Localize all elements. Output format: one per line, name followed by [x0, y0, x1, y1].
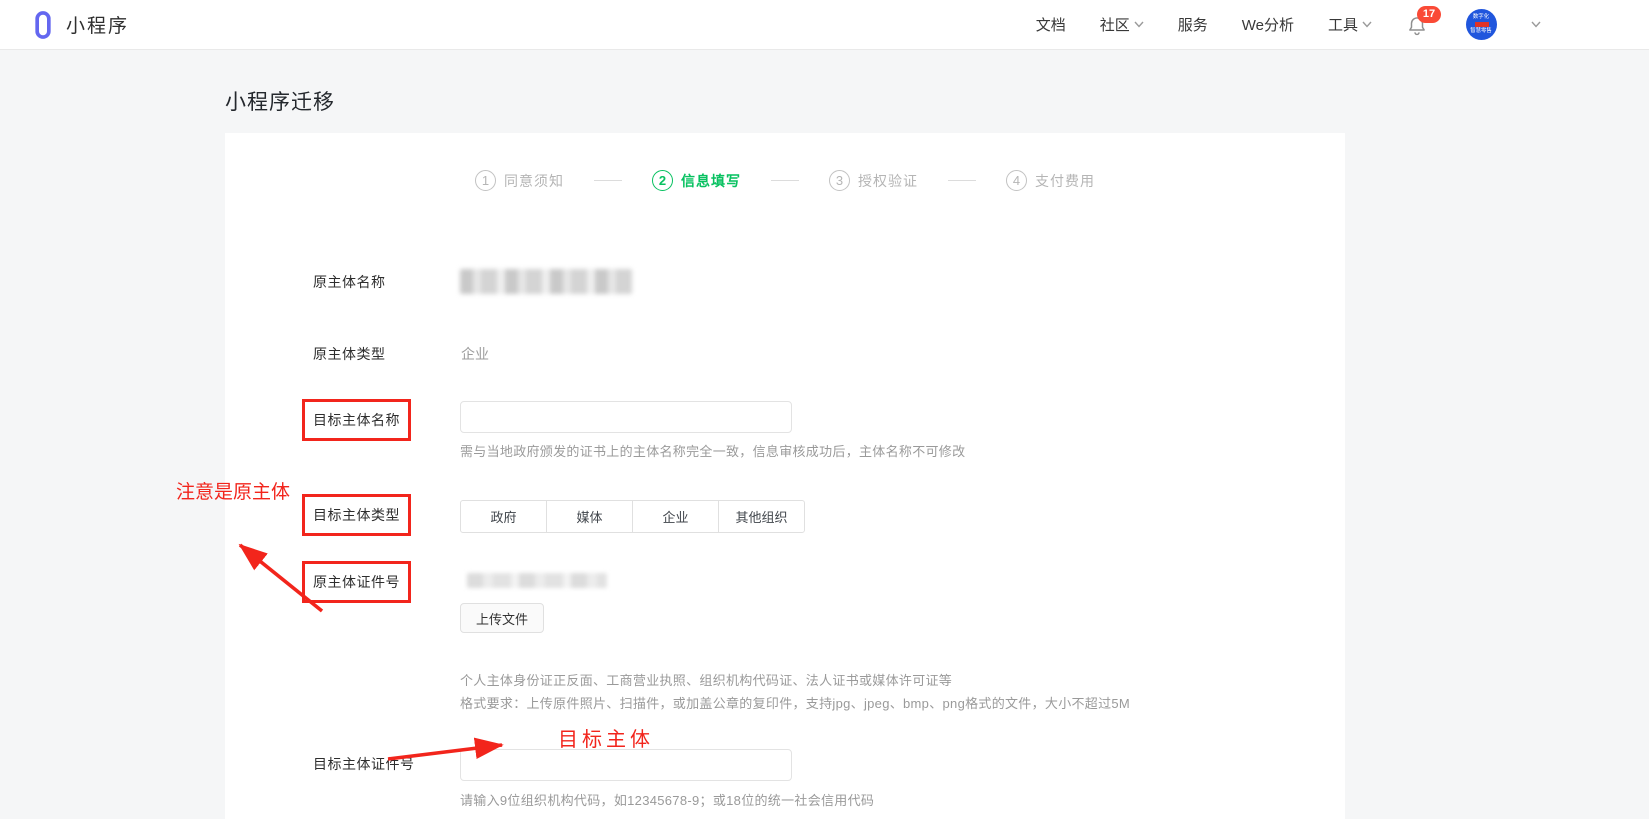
notification-bell-button[interactable]: 17 — [1406, 12, 1432, 38]
step-agree-notice: 1 同意须知 — [475, 170, 564, 191]
nav-item-label: We分析 — [1242, 14, 1294, 35]
step-number: 2 — [652, 170, 673, 191]
step-fill-info-active: 2 信息填写 — [652, 170, 741, 191]
option-enterprise[interactable]: 企业 — [632, 500, 719, 533]
top-navbar: 小程序 文档 社区 服务 We分析 工具 — [0, 0, 1649, 50]
app-window: 小程序 文档 社区 服务 We分析 工具 — [0, 0, 1649, 819]
nav-item-community[interactable]: 社区 — [1100, 14, 1144, 35]
progress-stepper: 1 同意须知 2 信息填写 3 授权验证 4 支付费用 — [225, 170, 1345, 191]
step-label: 授权验证 — [858, 171, 918, 191]
target-entity-type-options: 政府 媒体 企业 其他组织 — [460, 500, 805, 533]
target-cert-number-input[interactable] — [460, 749, 792, 781]
option-media[interactable]: 媒体 — [546, 500, 633, 533]
step-number: 4 — [1006, 170, 1027, 191]
nav-item-tools[interactable]: 工具 — [1328, 14, 1372, 35]
original-entity-type-label: 原主体类型 — [313, 344, 386, 364]
nav-item-label: 服务 — [1178, 14, 1208, 35]
nav-item-services[interactable]: 服务 — [1178, 14, 1208, 35]
nav-item-label: 工具 — [1328, 14, 1358, 35]
page-title: 小程序迁移 — [225, 86, 335, 116]
target-cert-number-helper: 请输入9位组织机构代码，如12345678-9；或18位的统一社会信用代码 — [460, 790, 874, 809]
nav-item-docs[interactable]: 文档 — [1036, 14, 1066, 35]
step-label: 信息填写 — [681, 171, 741, 191]
original-entity-name-label: 原主体名称 — [313, 272, 386, 292]
target-entity-name-label: 目标主体名称 — [313, 410, 400, 430]
account-chevron-down-icon[interactable] — [1531, 21, 1541, 28]
step-connector — [594, 180, 622, 181]
migration-form-card: 1 同意须知 2 信息填写 3 授权验证 4 支付费用 原主体名称 原主体类型 — [225, 133, 1345, 819]
step-payment: 4 支付费用 — [1006, 170, 1095, 191]
annotation-target-entity: 目标主体 — [558, 723, 654, 752]
step-connector — [771, 180, 799, 181]
cert-helper-line1: 个人主体身份证正反面、工商营业执照、组织机构代码证、法人证书或媒体许可证等 — [460, 670, 952, 689]
step-label: 同意须知 — [504, 171, 564, 191]
step-number: 1 — [475, 170, 496, 191]
target-entity-type-label: 目标主体类型 — [313, 505, 400, 525]
nav-item-label: 社区 — [1100, 14, 1130, 35]
account-avatar[interactable]: 数字化 智慧零售 — [1466, 9, 1497, 40]
nav-item-label: 文档 — [1036, 14, 1066, 35]
avatar-red-banner — [1475, 22, 1489, 27]
option-government[interactable]: 政府 — [460, 500, 547, 533]
avatar-text: 数字化 — [1473, 14, 1489, 20]
target-entity-name-input[interactable] — [460, 401, 792, 433]
annotation-note-original-entity: 注意是原主体 — [176, 477, 290, 504]
original-cert-number-label: 原主体证件号 — [313, 572, 400, 592]
chevron-down-icon — [1362, 21, 1372, 28]
step-auth-verify: 3 授权验证 — [829, 170, 918, 191]
target-entity-name-helper: 需与当地政府颁发的证书上的主体名称完全一致，信息审核成功后，主体名称不可修改 — [460, 441, 965, 460]
nav-item-we-analytics[interactable]: We分析 — [1242, 14, 1294, 35]
miniprogram-logo-icon — [28, 10, 58, 40]
original-entity-type-value: 企业 — [461, 344, 489, 364]
avatar-text: 智慧零售 — [1471, 28, 1493, 34]
brand[interactable]: 小程序 — [0, 10, 129, 40]
redacted-original-cert-number — [467, 573, 607, 588]
step-connector — [948, 180, 976, 181]
step-number: 3 — [829, 170, 850, 191]
cert-helper-line2: 格式要求：上传原件照片、扫描件，或加盖公章的复印件，支持jpg、jpeg、bmp… — [460, 693, 1130, 712]
notification-count-badge: 17 — [1417, 6, 1441, 23]
upload-file-button[interactable]: 上传文件 — [460, 603, 544, 633]
navbar-menu: 文档 社区 服务 We分析 工具 — [1036, 9, 1649, 40]
step-label: 支付费用 — [1035, 171, 1095, 191]
redacted-original-entity-name — [460, 269, 632, 294]
option-other-org[interactable]: 其他组织 — [718, 500, 805, 533]
target-cert-number-label: 目标主体证件号 — [313, 754, 415, 774]
chevron-down-icon — [1134, 21, 1144, 28]
brand-title: 小程序 — [66, 11, 129, 38]
